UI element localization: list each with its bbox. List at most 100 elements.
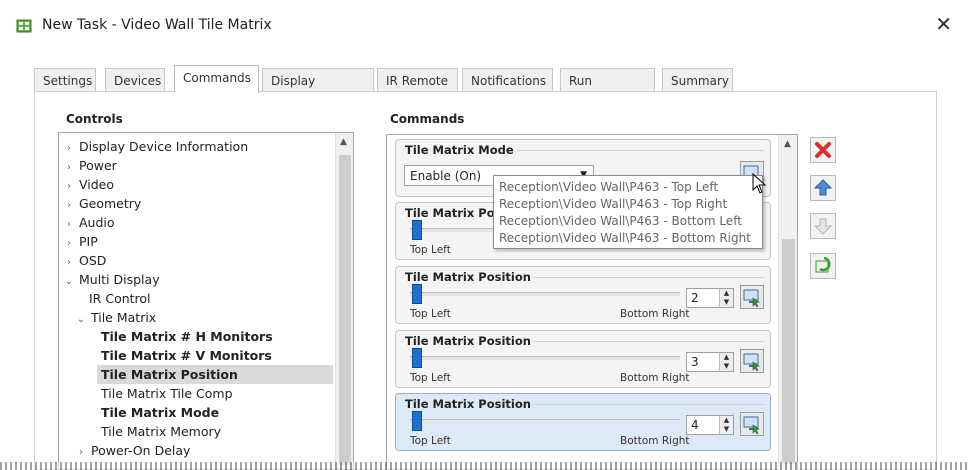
move-down-icon [813, 218, 833, 235]
send-command-button[interactable] [740, 349, 764, 373]
tab-summary[interactable]: Summary [662, 68, 733, 92]
monitor-send-icon [743, 353, 760, 372]
position-slider-thumb[interactable] [412, 284, 422, 304]
tree-item-label: Display Device Information [78, 139, 249, 154]
position-slider-thumb[interactable] [412, 411, 422, 431]
tree-item-tile-matrix-tile-comp[interactable]: Tile Matrix Tile Comp [101, 384, 233, 403]
popup-item-top-left[interactable]: Reception\Video Wall\P463 - Top Left [499, 180, 718, 194]
move-up-button[interactable] [810, 175, 836, 201]
stepper-arrows-icon[interactable]: ▲ ▼ [719, 289, 733, 307]
position-slider-thumb[interactable] [412, 220, 422, 240]
tree-item-video[interactable]: › Video [63, 175, 114, 194]
position-slider-track[interactable] [410, 292, 680, 296]
window-title: New Task - Video Wall Tile Matrix [42, 17, 272, 33]
position-stepper[interactable]: 2 ▲ ▼ [686, 288, 734, 308]
tree-item-label: Tile Matrix # H Monitors [101, 329, 273, 344]
card-title: Tile Matrix Mode [402, 143, 517, 157]
position-slider-track[interactable] [410, 356, 680, 360]
position-value: 4 [691, 418, 699, 432]
tree-item-pip[interactable]: › PIP [63, 232, 98, 251]
position-slider-thumb[interactable] [412, 348, 422, 368]
slider-min-label: Top Left [410, 435, 451, 447]
tab-run-schedule[interactable]: Run Schedule [560, 68, 655, 112]
tile-matrix-position-card-3: Tile Matrix Position Top Left Bottom Rig… [395, 330, 771, 388]
send-command-button[interactable] [740, 285, 764, 309]
commands-heading: Commands [388, 112, 467, 126]
add-icon [815, 256, 831, 273]
tree-item-ir-control[interactable]: IR Control [89, 289, 151, 308]
tree-item-label: OSD [78, 253, 107, 268]
tree-item-label: Tile Matrix Position [101, 367, 238, 382]
position-stepper[interactable]: 3 ▲ ▼ [686, 352, 734, 372]
close-icon[interactable]: ✕ [935, 12, 952, 36]
tree-item-label: Audio [78, 215, 115, 230]
tree-item-label: Tile Matrix [90, 310, 157, 325]
collapse-arrow-icon[interactable]: ⌄ [63, 272, 75, 291]
tree-item-label: Video [78, 177, 115, 192]
tree-item-label: Geometry [78, 196, 142, 211]
tree-scrollbar[interactable]: ▲ [335, 133, 353, 469]
popup-item-bottom-left[interactable]: Reception\Video Wall\P463 - Bottom Left [499, 214, 742, 228]
tree-item-tile-matrix[interactable]: ⌄ Tile Matrix [75, 308, 156, 327]
move-down-button[interactable] [810, 213, 836, 239]
scroll-up-icon[interactable]: ▲ [784, 139, 791, 149]
position-value: 3 [691, 355, 699, 369]
send-command-button[interactable] [740, 412, 764, 436]
tab-display-schedule[interactable]: Display Schedule [262, 68, 374, 112]
tree-item-label: Tile Matrix Tile Comp [101, 386, 233, 401]
popup-item-top-right[interactable]: Reception\Video Wall\P463 - Top Right [499, 197, 727, 211]
card-title: Tile Matrix Position [402, 334, 534, 348]
task-app-icon [16, 19, 32, 33]
delete-command-button[interactable] [810, 137, 836, 163]
position-stepper[interactable]: 4 ▲ ▼ [686, 415, 734, 435]
tile-matrix-position-card-2: Tile Matrix Position Top Left Bottom Rig… [395, 266, 771, 324]
collapse-arrow-icon[interactable]: ⌄ [75, 310, 87, 329]
tree-item-tile-matrix-h-monitors[interactable]: Tile Matrix # H Monitors [101, 327, 273, 346]
tree-item-geometry[interactable]: › Geometry [63, 194, 141, 213]
tree-item-audio[interactable]: › Audio [63, 213, 115, 232]
delete-icon [815, 142, 831, 158]
position-value: 2 [691, 291, 699, 305]
tab-settings[interactable]: Settings [34, 68, 96, 92]
tree-item-tile-matrix-position[interactable]: Tile Matrix Position [97, 365, 333, 384]
tab-commands[interactable]: Commands [174, 65, 259, 93]
scroll-up-icon[interactable]: ▲ [340, 137, 347, 147]
card-title: Tile Matrix Position [402, 397, 534, 411]
popup-item-bottom-right[interactable]: Reception\Video Wall\P463 - Bottom Right [499, 231, 751, 245]
commands-scrollbar[interactable]: ▲ [778, 135, 797, 470]
tab-ir-remote[interactable]: IR Remote [377, 68, 458, 92]
tree-item-multi-display[interactable]: ⌄ Multi Display [63, 270, 160, 289]
expand-arrow-icon[interactable]: › [75, 443, 87, 462]
commands-scroll-thumb[interactable] [782, 239, 795, 464]
target-device-popup: Reception\Video Wall\P463 - Top Left Rec… [493, 175, 763, 249]
position-slider-track[interactable] [410, 419, 680, 423]
tree-item-display-device-information[interactable]: › Display Device Information [63, 137, 248, 156]
tree-item-power-on-delay[interactable]: › Power-On Delay [75, 441, 190, 460]
stepper-arrows-icon[interactable]: ▲ ▼ [719, 416, 733, 434]
tab-devices[interactable]: Devices [105, 68, 165, 92]
stepper-arrows-icon[interactable]: ▲ ▼ [719, 353, 733, 371]
tree-item-label: PIP [78, 234, 98, 249]
move-up-icon [813, 179, 833, 196]
controls-tree[interactable]: › Display Device Information › Power › V… [58, 132, 354, 470]
monitor-send-icon [743, 416, 760, 435]
tree-item-tile-matrix-v-monitors[interactable]: Tile Matrix # V Monitors [101, 346, 272, 365]
mouse-pointer-icon [752, 173, 767, 194]
tree-item-label: Tile Matrix Mode [101, 405, 220, 420]
tree-item-label: Tile Matrix # V Monitors [101, 348, 272, 363]
tile-matrix-position-card-4: Tile Matrix Position Top Left Bottom Rig… [395, 393, 771, 451]
tree-item-tile-matrix-memory[interactable]: Tile Matrix Memory [101, 422, 221, 441]
slider-min-label: Top Left [410, 372, 451, 384]
tab-notifications[interactable]: Notifications [462, 68, 553, 92]
tree-scroll-thumb[interactable] [339, 155, 351, 465]
tree-item-power[interactable]: › Power [63, 156, 117, 175]
monitor-send-icon [743, 289, 760, 308]
card-title: Tile Matrix Position [402, 270, 534, 284]
tree-item-label: IR Control [89, 291, 151, 306]
tree-item-tile-matrix-mode[interactable]: Tile Matrix Mode [101, 403, 219, 422]
tree-item-label: Multi Display [78, 272, 160, 287]
tree-item-osd[interactable]: › OSD [63, 251, 106, 270]
tree-item-label: Power-On Delay [90, 443, 191, 458]
add-command-button[interactable] [810, 253, 836, 279]
title-bar: New Task - Video Wall Tile Matrix ✕ [0, 0, 968, 46]
